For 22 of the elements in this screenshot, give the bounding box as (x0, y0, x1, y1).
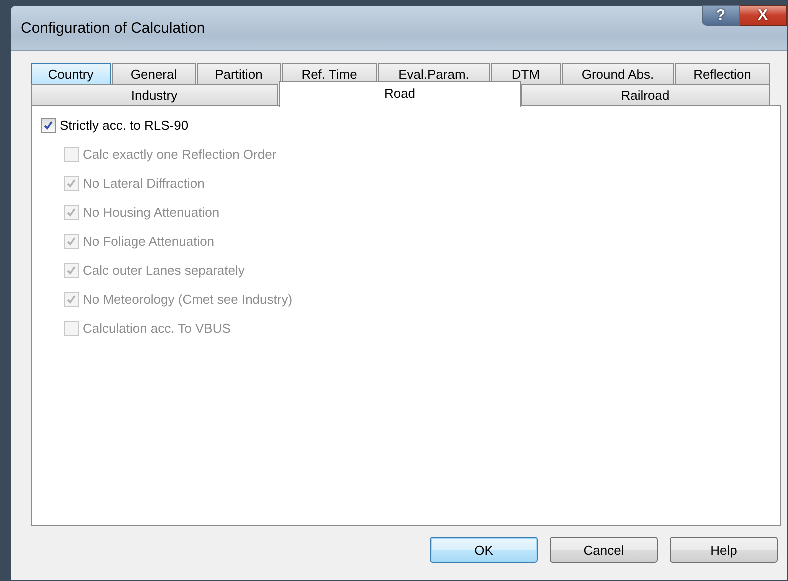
tab[interactable]: Railroad (521, 84, 770, 105)
dialog-button[interactable]: Cancel (550, 537, 658, 563)
tab[interactable]: DTM (491, 63, 561, 84)
tab[interactable]: Ground Abs. (562, 63, 674, 84)
tab[interactable]: General (112, 63, 196, 84)
tab[interactable]: Reflection (675, 63, 770, 84)
check-icon (66, 178, 77, 188)
tab[interactable]: Country (31, 63, 111, 84)
dialog-button[interactable]: Help (670, 537, 778, 563)
dialog-button[interactable]: OK (430, 537, 538, 563)
tab[interactable]: Industry (31, 84, 278, 105)
checkbox-label[interactable]: Strictly acc. to RLS-90 (60, 118, 189, 132)
checkbox[interactable] (41, 118, 56, 132)
close-button[interactable]: X (740, 5, 787, 26)
tab[interactable]: Road (279, 81, 521, 107)
check-icon (66, 294, 77, 304)
check-icon (66, 264, 77, 276)
check-icon (66, 206, 77, 218)
check-icon (66, 236, 77, 246)
window-title: Configuration of Calculation (20, 19, 206, 37)
check-icon (43, 120, 54, 130)
tab[interactable]: Partition (197, 63, 281, 84)
